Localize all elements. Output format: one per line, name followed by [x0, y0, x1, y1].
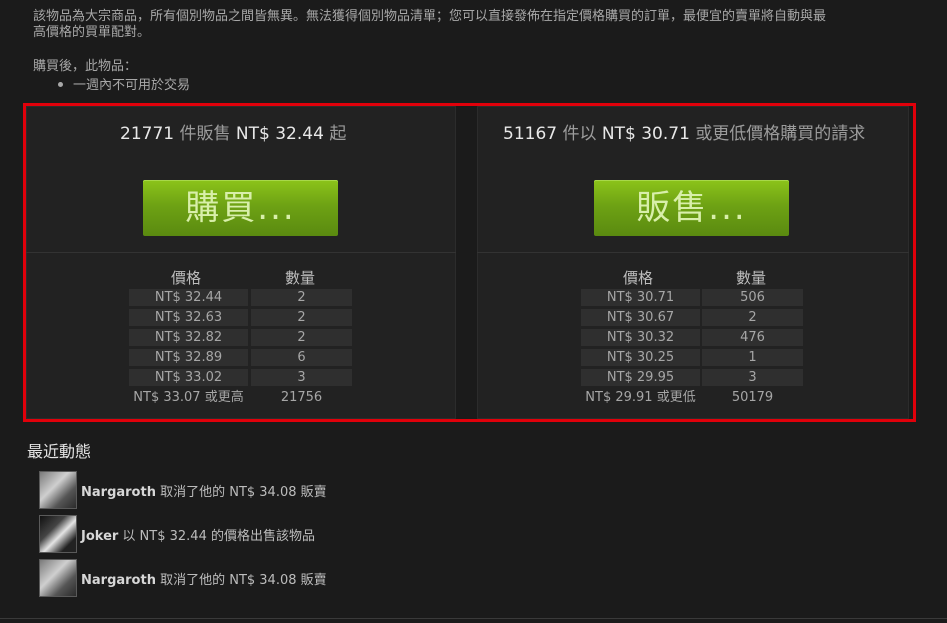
order-quantity: 3 [251, 369, 352, 386]
activity-message: 取消了他的 NT$ 34.08 販賣 [155, 485, 327, 500]
sell-count-label: 件販售 [179, 124, 231, 144]
summary-price: NT$ 33.07 或更高 [133, 390, 244, 405]
description-line: 高價格的買單配對。 [33, 25, 151, 40]
description-line: 購買後，此物品： [33, 59, 138, 74]
sell-button[interactable]: 販售... [594, 180, 789, 236]
activity-user-name[interactable]: Nargaroth [81, 485, 156, 500]
panel-divider [26, 252, 456, 253]
order-quantity: 506 [702, 289, 803, 306]
order-price: NT$ 30.25 [581, 349, 700, 366]
buy-suffix: 或更低價格購買的請求 [695, 124, 866, 144]
summary-price: NT$ 29.91 或更低 [585, 390, 696, 405]
activity-text: Nargaroth 取消了他的 NT$ 34.08 販賣 [81, 569, 327, 588]
summary-quantity: 21756 [280, 390, 323, 405]
activity-user-name[interactable]: Joker [81, 529, 118, 544]
order-price: NT$ 32.63 [129, 309, 248, 326]
description-line: 該物品為大宗商品，所有個別物品之間皆無異。無法獲得個別物品清單；您可以直接發佈在… [33, 9, 827, 24]
activity-text: Joker 以 NT$ 32.44 的價格出售該物品 [81, 525, 315, 544]
restriction-text: 一週內不可用於交易 [73, 78, 191, 93]
buy-count-label: 件以 [562, 124, 597, 144]
sell-col-price-header: 價格 [171, 269, 202, 287]
order-quantity: 476 [702, 329, 803, 346]
order-quantity: 6 [251, 349, 352, 366]
order-quantity: 2 [251, 329, 352, 346]
buy-headline: 51167 件以 NT$ 30.71 或更低價格購買的請求 [503, 119, 865, 144]
order-price: NT$ 30.32 [581, 329, 700, 346]
order-price: NT$ 33.02 [129, 369, 248, 386]
order-quantity: 2 [251, 289, 352, 306]
order-price: NT$ 29.95 [581, 369, 700, 386]
avatar[interactable] [39, 471, 77, 509]
order-price: NT$ 30.67 [581, 309, 700, 326]
order-price: NT$ 30.71 [581, 289, 700, 306]
activity-text: Nargaroth 取消了他的 NT$ 34.08 販賣 [81, 481, 327, 500]
order-quantity: 1 [702, 349, 803, 366]
buy-count: 51167 [503, 124, 558, 144]
buy-button[interactable]: 購買... [143, 180, 338, 236]
panel-divider [477, 252, 909, 253]
summary-quantity: 50179 [731, 390, 774, 405]
order-price: NT$ 32.44 [129, 289, 248, 306]
recent-activity-title: 最近動態 [27, 442, 92, 461]
bullet-dot-icon [58, 82, 63, 87]
buy-col-qty-header: 數量 [736, 269, 767, 287]
activity-message: 以 NT$ 32.44 的價格出售該物品 [118, 529, 315, 544]
sell-col-qty-header: 數量 [285, 269, 316, 287]
sell-headline: 21771 件販售 NT$ 32.44 起 [120, 119, 346, 144]
order-quantity: 3 [702, 369, 803, 386]
avatar[interactable] [39, 515, 77, 553]
avatar[interactable] [39, 559, 77, 597]
sell-suffix: 起 [329, 124, 347, 144]
order-quantity: 2 [702, 309, 803, 326]
item-description: 該物品為大宗商品，所有個別物品之間皆無異。無法獲得個別物品清單；您可以直接發佈在… [33, 9, 913, 75]
restriction-bullet: 一週內不可用於交易 [58, 74, 190, 93]
buy-col-price-header: 價格 [623, 269, 654, 287]
sell-lowest-price: NT$ 32.44 [235, 124, 324, 144]
order-price: NT$ 32.89 [129, 349, 248, 366]
activity-user-name[interactable]: Nargaroth [81, 573, 156, 588]
sell-count: 21771 [120, 124, 175, 144]
bottom-divider [0, 618, 947, 619]
buy-highest-price: NT$ 30.71 [601, 124, 690, 144]
activity-message: 取消了他的 NT$ 34.08 販賣 [155, 573, 327, 588]
order-price: NT$ 32.82 [129, 329, 248, 346]
order-quantity: 2 [251, 309, 352, 326]
